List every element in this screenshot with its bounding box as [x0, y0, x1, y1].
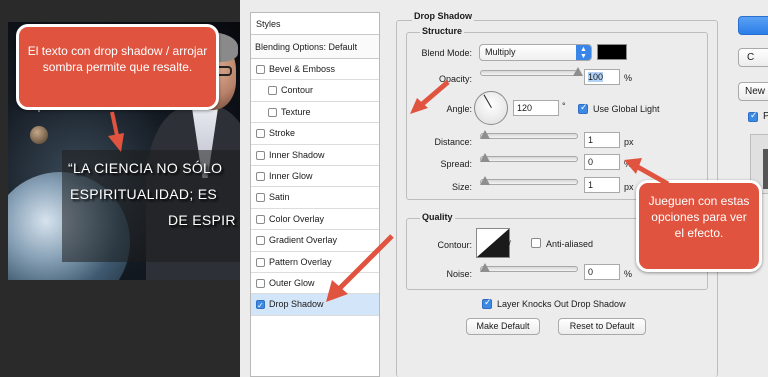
- spread-slider-thumb[interactable]: [480, 153, 490, 162]
- style-item-outer-glow[interactable]: Outer Glow: [251, 273, 379, 295]
- blending-options-item[interactable]: Blending Options: Default: [251, 35, 379, 59]
- quality-title: Quality: [420, 212, 455, 222]
- style-item-contour[interactable]: Contour: [251, 80, 379, 102]
- shadow-color-swatch[interactable]: [597, 44, 627, 60]
- size-unit: px: [624, 182, 634, 192]
- spread-label: Spread:: [440, 159, 472, 169]
- spread-slider[interactable]: [480, 153, 578, 162]
- size-slider-thumb[interactable]: [480, 176, 490, 185]
- angle-unit: °: [562, 101, 566, 111]
- global-light-checkbox[interactable]: [578, 102, 588, 114]
- distance-input[interactable]: 1: [584, 132, 620, 148]
- styles-header[interactable]: Styles: [251, 13, 379, 35]
- styles-list: Styles Blending Options: Default Bevel &…: [250, 12, 380, 377]
- structure-title: Structure: [420, 26, 465, 36]
- checkbox-icon[interactable]: [256, 193, 265, 203]
- style-item-gradient-overlay[interactable]: Gradient Overlay: [251, 230, 379, 252]
- blend-mode-select[interactable]: Multiply ▲ ▼: [479, 44, 592, 61]
- angle-label: Angle:: [446, 104, 472, 114]
- style-item-color-overlay[interactable]: Color Overlay: [251, 209, 379, 231]
- size-input[interactable]: 1: [584, 177, 620, 193]
- style-item-satin[interactable]: Satin: [251, 187, 379, 209]
- checkbox-icon[interactable]: [256, 214, 265, 224]
- contour-picker[interactable]: [476, 228, 510, 258]
- style-item-pattern-overlay[interactable]: Pattern Overlay: [251, 252, 379, 273]
- opacity-unit: %: [624, 73, 633, 83]
- cancel-button[interactable]: C: [738, 48, 768, 67]
- layer-knocks-out-checkbox[interactable]: [482, 297, 492, 309]
- preview-label: P: [763, 111, 768, 122]
- style-item-inner-glow[interactable]: Inner Glow: [251, 166, 379, 188]
- noise-slider-thumb[interactable]: [480, 263, 490, 272]
- checkbox-checked-icon[interactable]: [256, 295, 265, 316]
- new-style-button[interactable]: New: [738, 82, 768, 101]
- small-planet-image: [30, 126, 48, 144]
- checkbox-icon[interactable]: [256, 236, 265, 246]
- quote-line-2: ESPIRITUALIDAD; ES: [70, 186, 217, 202]
- angle-dial[interactable]: [474, 91, 508, 125]
- distance-label: Distance:: [434, 137, 472, 147]
- distance-slider[interactable]: [480, 130, 578, 139]
- preview-checkbox[interactable]: [748, 110, 758, 122]
- style-item-texture[interactable]: Texture: [251, 102, 379, 124]
- distance-slider-thumb[interactable]: [480, 130, 490, 139]
- checkbox-icon[interactable]: [268, 86, 277, 96]
- contour-label: Contour:: [437, 240, 472, 250]
- checkbox-icon[interactable]: [256, 129, 265, 139]
- opacity-label: Opacity:: [438, 74, 472, 84]
- spread-input[interactable]: 0: [584, 154, 620, 170]
- size-label: Size:: [451, 182, 472, 192]
- style-item-bevel-emboss[interactable]: Bevel & Emboss: [251, 59, 379, 81]
- quote-line-1: “LA CIENCIA NO SÓLO: [68, 160, 223, 176]
- contour-dropdown-icon[interactable]: ∨: [506, 238, 512, 247]
- global-light-label: Use Global Light: [593, 104, 660, 114]
- opacity-input[interactable]: 100: [584, 69, 620, 85]
- checkbox-icon[interactable]: [256, 278, 265, 288]
- anti-aliased-checkbox[interactable]: [531, 238, 541, 248]
- distance-unit: px: [624, 137, 634, 147]
- noise-input[interactable]: 0: [584, 264, 620, 280]
- angle-needle-icon: [483, 94, 492, 108]
- reset-to-default-button[interactable]: Reset to Default: [558, 318, 646, 335]
- noise-slider[interactable]: [480, 263, 578, 272]
- style-item-drop-shadow[interactable]: Drop Shadow: [251, 294, 379, 316]
- noise-label: Noise:: [446, 269, 472, 279]
- drop-shadow-title: Drop Shadow: [412, 11, 474, 21]
- style-item-inner-shadow[interactable]: Inner Shadow: [251, 145, 379, 166]
- make-default-button[interactable]: Make Default: [466, 318, 540, 335]
- checkbox-icon[interactable]: [256, 257, 265, 267]
- layer-knocks-out-label: Layer Knocks Out Drop Shadow: [497, 299, 626, 309]
- checkbox-icon[interactable]: [256, 171, 265, 181]
- callout-drop-shadow-note: El texto con drop shadow / arrojar sombr…: [16, 24, 219, 110]
- anti-aliased-label: Anti-aliased: [546, 239, 594, 249]
- size-slider[interactable]: [480, 176, 578, 185]
- spread-unit: %: [624, 159, 633, 169]
- noise-unit: %: [624, 269, 633, 279]
- angle-input[interactable]: 120: [513, 100, 559, 116]
- opacity-slider-thumb[interactable]: [573, 67, 583, 76]
- select-arrows-icon: ▲ ▼: [576, 45, 591, 60]
- quote-line-3: DE ESPIR: [168, 212, 236, 228]
- blend-mode-label: Blend Mode:: [421, 48, 472, 58]
- checkbox-icon[interactable]: [256, 150, 265, 160]
- checkbox-icon[interactable]: [256, 65, 265, 74]
- checkbox-icon[interactable]: [268, 107, 277, 117]
- callout-play-with-options: Jueguen con estas opciones para ver el e…: [636, 180, 762, 272]
- ok-button[interactable]: [738, 16, 768, 35]
- opacity-slider[interactable]: [480, 67, 583, 76]
- style-item-stroke[interactable]: Stroke: [251, 123, 379, 145]
